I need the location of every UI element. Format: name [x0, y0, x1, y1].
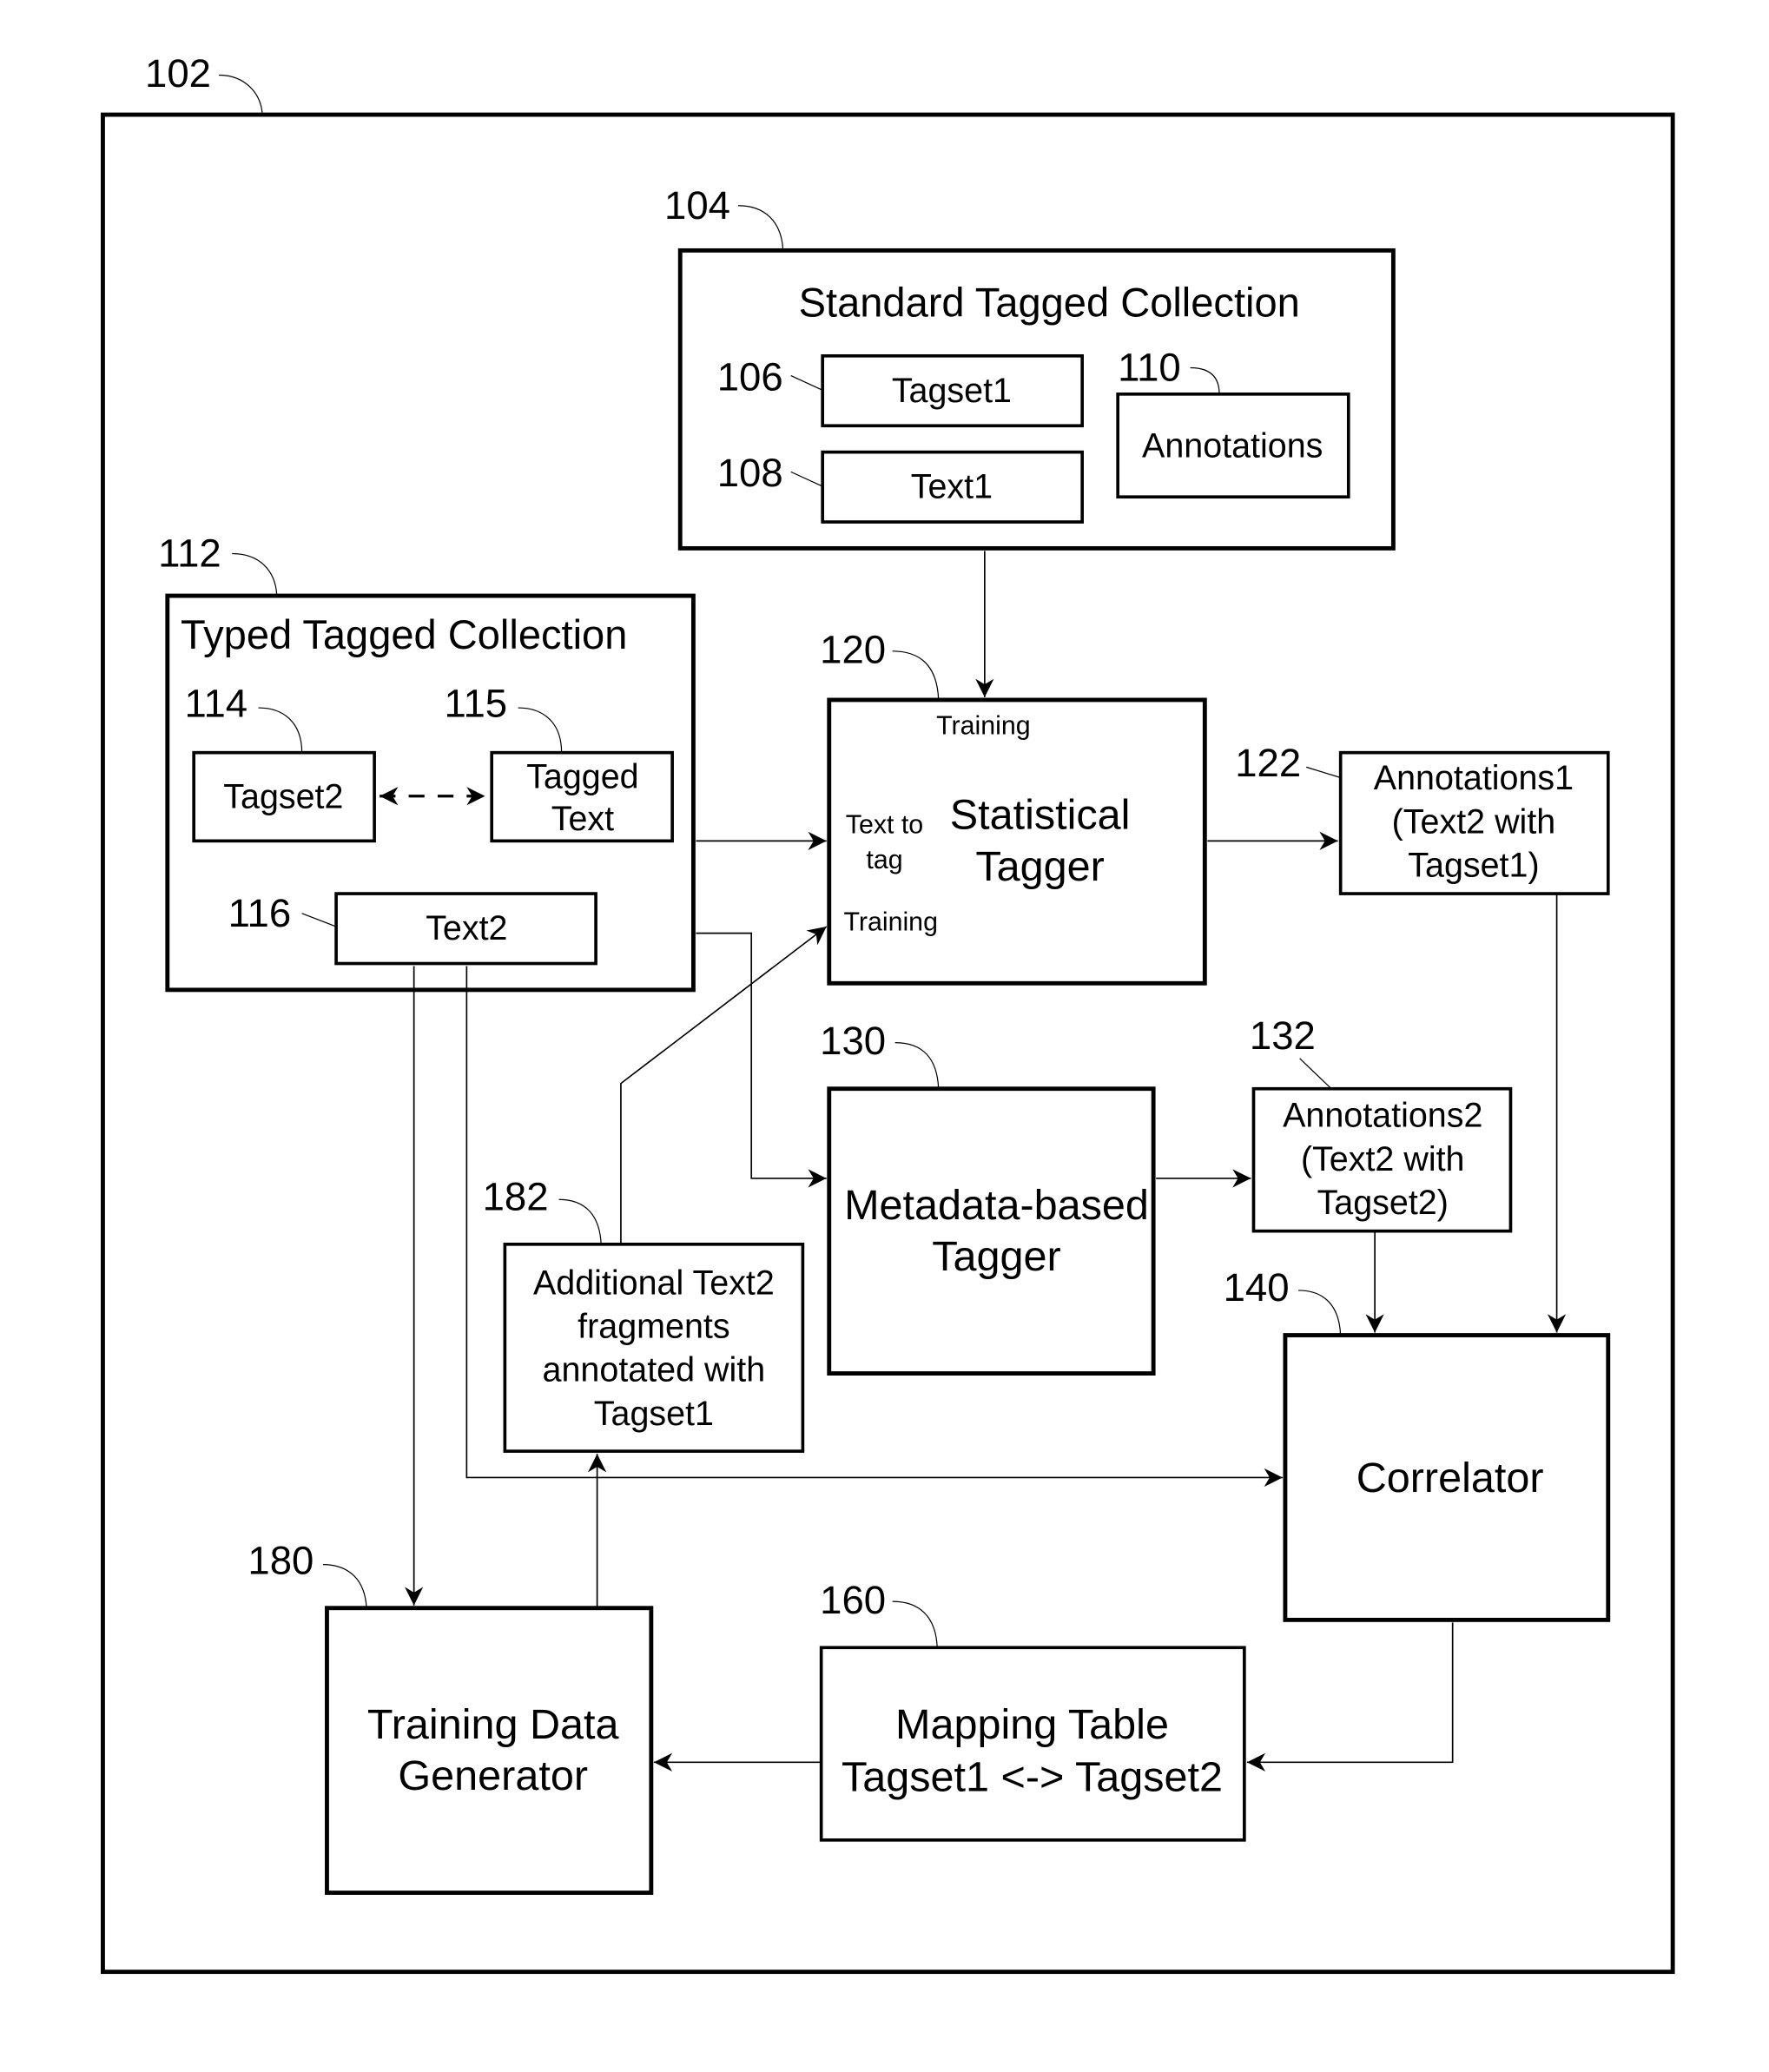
leader-122	[1306, 766, 1341, 779]
port-text-to-tag-line-1: Text to	[846, 810, 923, 839]
annotations2-line-2: (Text2 with	[1301, 1140, 1465, 1178]
annotations-box[interactable]: Annotations	[1116, 393, 1350, 499]
leader-120	[892, 650, 940, 700]
additional-fragments-box[interactable]: 182 Additional Text2 fragments annotated…	[483, 1174, 805, 1453]
ref-160: 160	[820, 1578, 886, 1622]
annotations1-line-2: (Text2 with	[1392, 802, 1556, 841]
ref-122: 122	[1235, 741, 1301, 785]
annotations1-box[interactable]: Annotations1 (Text2 with Tagset1) 122	[1235, 741, 1610, 895]
tagset2-box[interactable]: Tagset2	[192, 750, 376, 843]
ref-132: 132	[1250, 1013, 1316, 1058]
tagset2-label: Tagset2	[223, 777, 343, 815]
statistical-tagger[interactable]: 120 Training Text to tag Training Statis…	[820, 627, 1207, 986]
additional-fragments-line-3: annotated with	[543, 1351, 766, 1389]
mapping-table-line-1: Mapping Table	[895, 1701, 1169, 1748]
typed-collection-title: Typed Tagged Collection	[181, 611, 627, 657]
port-training-top: Training	[936, 711, 1031, 740]
port-training-left: Training	[843, 908, 937, 937]
ref-120: 120	[820, 627, 886, 671]
training-data-generator[interactable]: 180 Training Data Generator	[248, 1538, 654, 1896]
typed-tagged-collection[interactable]: 112 Typed Tagged Collection Tagset2 114 …	[158, 531, 696, 993]
metadata-tagger-line-2: Tagger	[932, 1233, 1060, 1280]
annotations2-box[interactable]: Annotations2 (Text2 with Tagset2) 132	[1250, 1013, 1513, 1233]
arrow-typed-to-metadata	[696, 932, 827, 1188]
ref-106: 106	[717, 354, 783, 399]
mapping-table-line-2: Tagset1 <-> Tagset2	[842, 1754, 1223, 1801]
text2-label: Text2	[426, 909, 507, 947]
leader-160	[892, 1600, 938, 1648]
annotations1-line-3: Tagset1)	[1408, 846, 1539, 884]
training-data-generator-line-1: Training Data	[367, 1701, 619, 1748]
statistical-tagger-line-1: Statistical	[950, 792, 1131, 839]
correlator-label: Correlator	[1356, 1455, 1544, 1501]
leader-102	[219, 74, 263, 115]
tagged-text-line-2: Text	[551, 800, 614, 838]
annotations2-line-1: Annotations2	[1283, 1097, 1482, 1135]
standard-tagged-collection[interactable]: 104 Standard Tagged Collection Tagset1 1…	[664, 183, 1396, 551]
mapping-table[interactable]: 160 Mapping Table Tagset1 <-> Tagset2	[819, 1578, 1246, 1842]
leader-130	[894, 1041, 940, 1089]
ref-110: 110	[1118, 346, 1181, 390]
text2-box[interactable]: Text2	[334, 892, 597, 966]
ref-116: 116	[228, 891, 292, 935]
ref-114: 114	[185, 682, 248, 726]
correlator[interactable]: 140 Correlator	[1224, 1265, 1611, 1622]
annotations2-line-3: Tagset2)	[1317, 1184, 1449, 1222]
arrow-correlator-to-mapping	[1246, 1622, 1454, 1772]
leader-112	[232, 552, 278, 597]
ref-115: 115	[445, 682, 508, 726]
ref-130: 130	[820, 1019, 886, 1063]
ref-182: 182	[483, 1174, 549, 1218]
leader-182	[558, 1198, 602, 1244]
metadata-tagger-line-1: Metadata-based	[844, 1182, 1149, 1229]
leader-180	[322, 1564, 367, 1608]
text1-box[interactable]: Text1	[821, 450, 1084, 524]
ref-108: 108	[717, 451, 783, 495]
additional-fragments-line-2: fragments	[578, 1308, 729, 1346]
ref-140: 140	[1224, 1265, 1290, 1310]
ref-102: 102	[145, 51, 211, 96]
tagset1-label: Tagset1	[892, 372, 1012, 410]
statistical-tagger-line-2: Tagger	[975, 843, 1104, 890]
annotations-label: Annotations	[1142, 427, 1323, 465]
additional-fragments-line-1: Additional Text2	[533, 1264, 775, 1302]
tagged-text-box[interactable]: Tagged Text	[490, 750, 674, 843]
text1-label: Text1	[911, 468, 993, 506]
additional-fragments-line-4: Tagset1	[594, 1395, 714, 1433]
patent-diagram: 102 104 Standard Tagged Collection Tagse…	[101, 51, 1675, 1975]
leader-140	[1298, 1290, 1342, 1336]
tagged-text-line-1: Tagged	[526, 758, 638, 796]
ref-180: 180	[248, 1538, 314, 1582]
ref-112: 112	[158, 531, 221, 576]
port-text-to-tag-line-2: tag	[866, 846, 902, 874]
annotations1-line-1: Annotations1	[1374, 759, 1574, 797]
ref-104: 104	[664, 183, 730, 228]
metadata-based-tagger[interactable]: 130 Metadata-based Tagger	[820, 1019, 1156, 1376]
training-data-generator-line-2: Generator	[398, 1752, 588, 1799]
leader-104	[738, 205, 784, 251]
standard-collection-title: Standard Tagged Collection	[799, 279, 1300, 325]
leader-132	[1299, 1058, 1332, 1090]
tagset1-box[interactable]: Tagset1	[821, 353, 1084, 428]
